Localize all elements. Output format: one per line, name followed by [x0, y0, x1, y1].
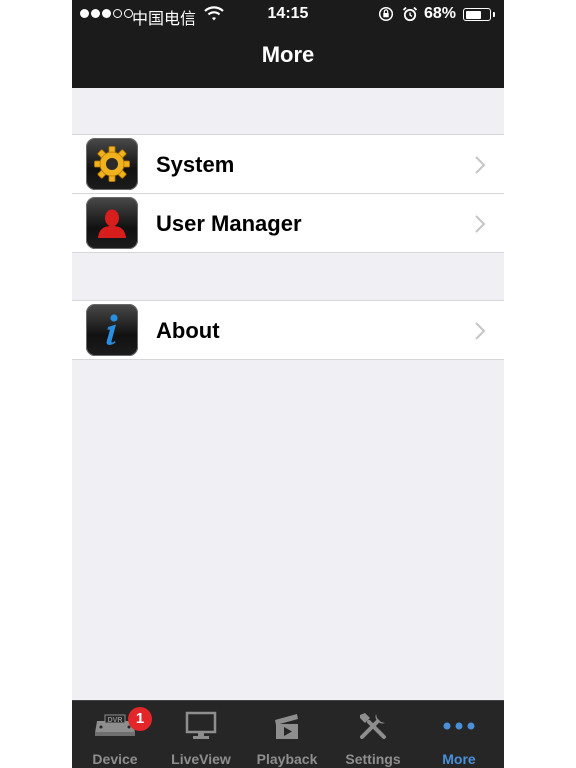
alarm-clock-icon [402, 6, 418, 27]
settings-group-1: System User Manager [72, 134, 504, 253]
notification-badge: 1 [128, 707, 152, 731]
tab-label: LiveView [171, 751, 231, 767]
chevron-right-icon [474, 214, 486, 239]
svg-text:DVR: DVR [108, 717, 123, 724]
orientation-lock-icon [378, 6, 394, 27]
tab-label: Settings [345, 751, 401, 767]
tab-more[interactable]: More [416, 701, 502, 768]
user-icon [86, 197, 138, 249]
tab-device[interactable]: DVR 1 Device [72, 701, 158, 768]
tab-settings[interactable]: Settings [330, 701, 416, 768]
menu-item-user-manager[interactable]: User Manager [72, 193, 504, 252]
battery-icon [463, 8, 495, 21]
menu-item-label: User Manager [156, 211, 302, 236]
tab-bar: DVR 1 Device LiveView Playback Settings … [72, 700, 504, 768]
tab-playback[interactable]: Playback [244, 701, 330, 768]
info-icon [86, 304, 138, 356]
tab-label: More [442, 751, 476, 767]
tab-label: Device [92, 751, 138, 767]
phone-screen: 中国电信 14:15 68% More System User Manager … [72, 0, 504, 768]
tab-liveview[interactable]: LiveView [158, 701, 244, 768]
status-bar: 中国电信 14:15 68% [72, 0, 504, 30]
tools-icon [330, 709, 416, 743]
menu-item-label: System [156, 152, 235, 177]
menu-item-system[interactable]: System [72, 135, 504, 193]
monitor-icon [158, 709, 244, 743]
menu-item-label: About [156, 318, 220, 343]
gear-icon [86, 138, 138, 190]
page-title: More [261, 42, 315, 67]
chevron-right-icon [474, 321, 486, 346]
settings-group-2: About [72, 300, 504, 360]
tab-label: Playback [256, 751, 318, 767]
top-bar: 中国电信 14:15 68% More [72, 0, 504, 88]
battery-percent: 68% [424, 5, 457, 22]
chevron-right-icon [474, 155, 486, 180]
menu-item-about[interactable]: About [72, 301, 504, 359]
more-dots-icon [416, 709, 502, 743]
clapper-icon [244, 709, 330, 743]
